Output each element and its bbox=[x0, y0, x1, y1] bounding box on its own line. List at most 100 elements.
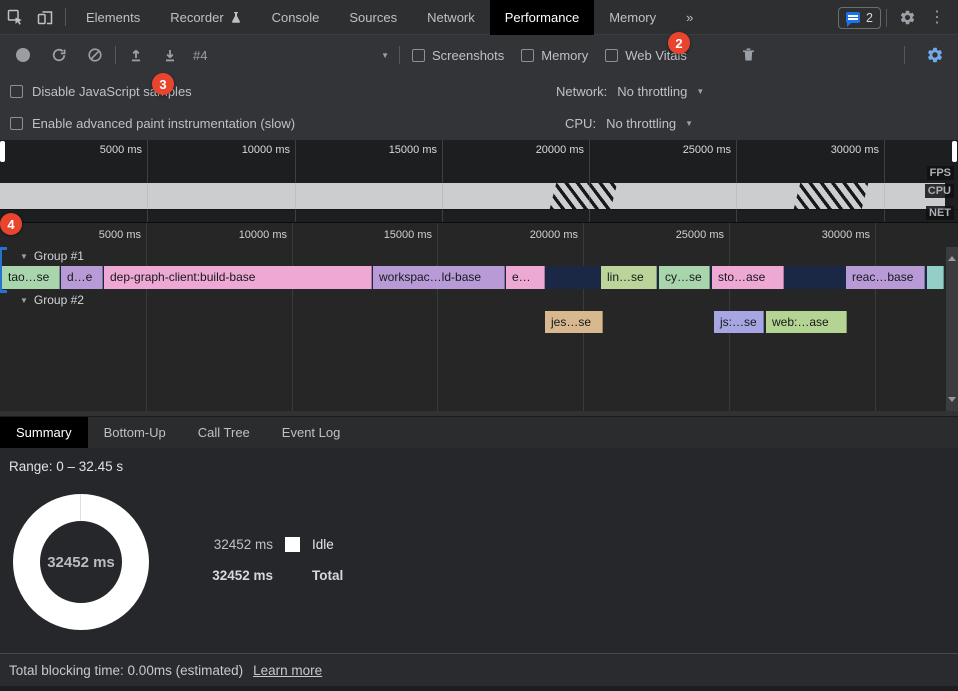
flame-bar-dep-graph-client-build-base[interactable]: dep-graph-client:build-base bbox=[104, 266, 372, 289]
details-tab-event-log[interactable]: Event Log bbox=[266, 417, 357, 448]
device-toolbar-icon[interactable] bbox=[30, 2, 60, 32]
disable-js-samples-checkbox[interactable] bbox=[10, 85, 23, 98]
overview-tick-label: 25000 ms bbox=[636, 144, 731, 156]
flame-tick-label: 5000 ms bbox=[46, 229, 141, 241]
flame-bar-workspac-ld-base[interactable]: workspac…ld-base bbox=[373, 266, 505, 289]
capture-settings-gear-icon[interactable] bbox=[920, 40, 950, 70]
save-profile-icon[interactable] bbox=[155, 40, 185, 70]
scroll-up-icon[interactable] bbox=[948, 252, 956, 261]
load-profile-icon[interactable] bbox=[121, 40, 151, 70]
step-badge-3[interactable]: 3 bbox=[152, 73, 174, 95]
flame-chart[interactable]: 5000 ms10000 ms15000 ms20000 ms25000 ms3… bbox=[0, 222, 958, 416]
flame-bar-d-e[interactable]: d…e bbox=[61, 266, 103, 289]
tab-label: Recorder bbox=[170, 10, 223, 25]
memory-checkbox[interactable] bbox=[521, 49, 534, 62]
triangle-collapse-icon[interactable]: ▼ bbox=[20, 296, 28, 305]
tab-performance[interactable]: Performance bbox=[490, 0, 594, 35]
clear-recording-icon[interactable] bbox=[80, 40, 110, 70]
overview-gridline bbox=[147, 140, 148, 222]
screenshots-checkbox[interactable] bbox=[412, 49, 425, 62]
selected-track-bracket bbox=[0, 247, 7, 293]
legend-value: 32452 ms bbox=[205, 568, 273, 583]
flame-tick-label: 20000 ms bbox=[483, 229, 578, 241]
flame-bar-tao-se[interactable]: tao…se bbox=[2, 266, 60, 289]
capture-option-screenshots[interactable]: Screenshots bbox=[412, 48, 504, 63]
overview-left-handle[interactable] bbox=[0, 141, 5, 162]
flame-bar-js-se[interactable]: js:…se bbox=[714, 311, 764, 333]
details-tab-bottom-up[interactable]: Bottom-Up bbox=[88, 417, 182, 448]
flame-bar-e[interactable]: e… bbox=[506, 266, 545, 289]
legend-row-idle: 32452 msIdle bbox=[205, 536, 343, 553]
total-blocking-time-text: Total blocking time: 0.00ms (estimated) bbox=[9, 663, 243, 678]
record-button[interactable] bbox=[8, 40, 38, 70]
summary-legend: 32452 msIdle 32452 ms Total bbox=[205, 536, 343, 598]
tab-elements[interactable]: Elements bbox=[71, 0, 155, 35]
cpu-throttling-control: CPU: No throttling ▼ bbox=[565, 116, 693, 131]
details-tab-summary[interactable]: Summary bbox=[0, 417, 88, 448]
console-messages-badge[interactable]: 2 bbox=[838, 7, 881, 29]
overview-gridline bbox=[884, 140, 885, 222]
group-label: Group #2 bbox=[34, 293, 84, 307]
checkbox-label: Screenshots bbox=[432, 48, 504, 63]
overview-right-handle[interactable] bbox=[952, 141, 957, 162]
fps-lane-label: FPS bbox=[927, 166, 954, 180]
flame-bar-web-ase[interactable]: web:…ase bbox=[766, 311, 847, 333]
flame-bar-item[interactable] bbox=[927, 266, 944, 289]
devtools-tab-bar: Elements Recorder ConsoleSourcesNetwork Per… bbox=[0, 0, 958, 35]
legend-row-total: 32452 ms Total bbox=[205, 567, 343, 584]
step-badge-2[interactable]: 2 bbox=[668, 32, 690, 54]
reload-and-record-icon[interactable] bbox=[44, 40, 74, 70]
flame-bar-cy-se[interactable]: cy…se bbox=[659, 266, 710, 289]
chevron-down-icon: ▼ bbox=[381, 51, 389, 60]
vertical-scrollbar[interactable] bbox=[945, 247, 958, 411]
learn-more-link[interactable]: Learn more bbox=[253, 663, 322, 678]
flame-bar-lin-se[interactable]: lin…se bbox=[601, 266, 657, 289]
divider bbox=[65, 8, 66, 26]
tab-memory[interactable]: Memory bbox=[594, 0, 671, 35]
footer-bar: Total blocking time: 0.00ms (estimated) … bbox=[0, 653, 958, 686]
legend-label: Total bbox=[312, 568, 343, 583]
scroll-down-icon[interactable] bbox=[948, 397, 956, 406]
summary-pane: Range: 0 – 32.45 s 32452 ms 32452 msIdle… bbox=[0, 448, 958, 653]
group-header-group-2[interactable]: ▼ Group #2 bbox=[20, 293, 84, 307]
inspect-element-icon[interactable] bbox=[0, 2, 30, 32]
flame-bar-sto-ase[interactable]: sto…ase bbox=[712, 266, 784, 289]
cpu-throttling-select[interactable]: No throttling ▼ bbox=[606, 116, 693, 131]
toolbar-right bbox=[899, 35, 950, 75]
tab-network[interactable]: Network bbox=[412, 0, 490, 35]
network-throttling-control: Network: No throttling ▼ bbox=[556, 84, 704, 99]
range-label: Range: 0 – 32.45 s bbox=[9, 459, 123, 474]
paint-instrumentation-setting-row: Enable advanced paint instrumentation (s… bbox=[0, 107, 958, 139]
step-badge-4[interactable]: 4 bbox=[0, 213, 22, 235]
settings-gear-icon[interactable] bbox=[892, 3, 922, 33]
group-header-group-1[interactable]: ▼ Group #1 bbox=[20, 249, 84, 263]
message-count: 2 bbox=[866, 11, 873, 25]
details-tab-call-tree[interactable]: Call Tree bbox=[182, 417, 266, 448]
network-throttling-select[interactable]: No throttling ▼ bbox=[617, 84, 704, 99]
cpu-hatched-region bbox=[550, 183, 617, 209]
delete-recording-icon[interactable] bbox=[733, 40, 763, 70]
tab-sources[interactable]: Sources bbox=[334, 0, 412, 35]
flame-bar-jes-se[interactable]: jes…se bbox=[545, 311, 603, 333]
tab-item[interactable]: » bbox=[671, 0, 708, 35]
recording-session-select[interactable]: #4 ▼ bbox=[193, 48, 389, 63]
tab-label: Performance bbox=[505, 10, 579, 25]
divider bbox=[399, 46, 400, 64]
net-lane-label: NET bbox=[926, 206, 954, 220]
web-vitals-checkbox[interactable] bbox=[605, 49, 618, 62]
timeline-overview[interactable]: 5000 ms10000 ms15000 ms20000 ms25000 ms3… bbox=[0, 140, 958, 222]
tab-console[interactable]: Console bbox=[257, 0, 335, 35]
chat-bubble-icon bbox=[846, 12, 860, 23]
advanced-paint-checkbox[interactable] bbox=[10, 117, 23, 130]
group-label: Group #1 bbox=[34, 249, 84, 263]
flame-tick-label: 25000 ms bbox=[629, 229, 724, 241]
triangle-collapse-icon[interactable]: ▼ bbox=[20, 252, 28, 261]
chevron-down-icon: ▼ bbox=[685, 119, 693, 128]
flame-bar-reac-base[interactable]: reac…base bbox=[846, 266, 925, 289]
tab-recorder[interactable]: Recorder bbox=[155, 0, 256, 35]
more-options-icon[interactable]: ⋮ bbox=[922, 3, 952, 33]
flame-tick-label: 10000 ms bbox=[192, 229, 287, 241]
overview-gridline bbox=[736, 140, 737, 222]
flame-tick-label: 15000 ms bbox=[337, 229, 432, 241]
capture-option-memory[interactable]: Memory bbox=[521, 48, 588, 63]
